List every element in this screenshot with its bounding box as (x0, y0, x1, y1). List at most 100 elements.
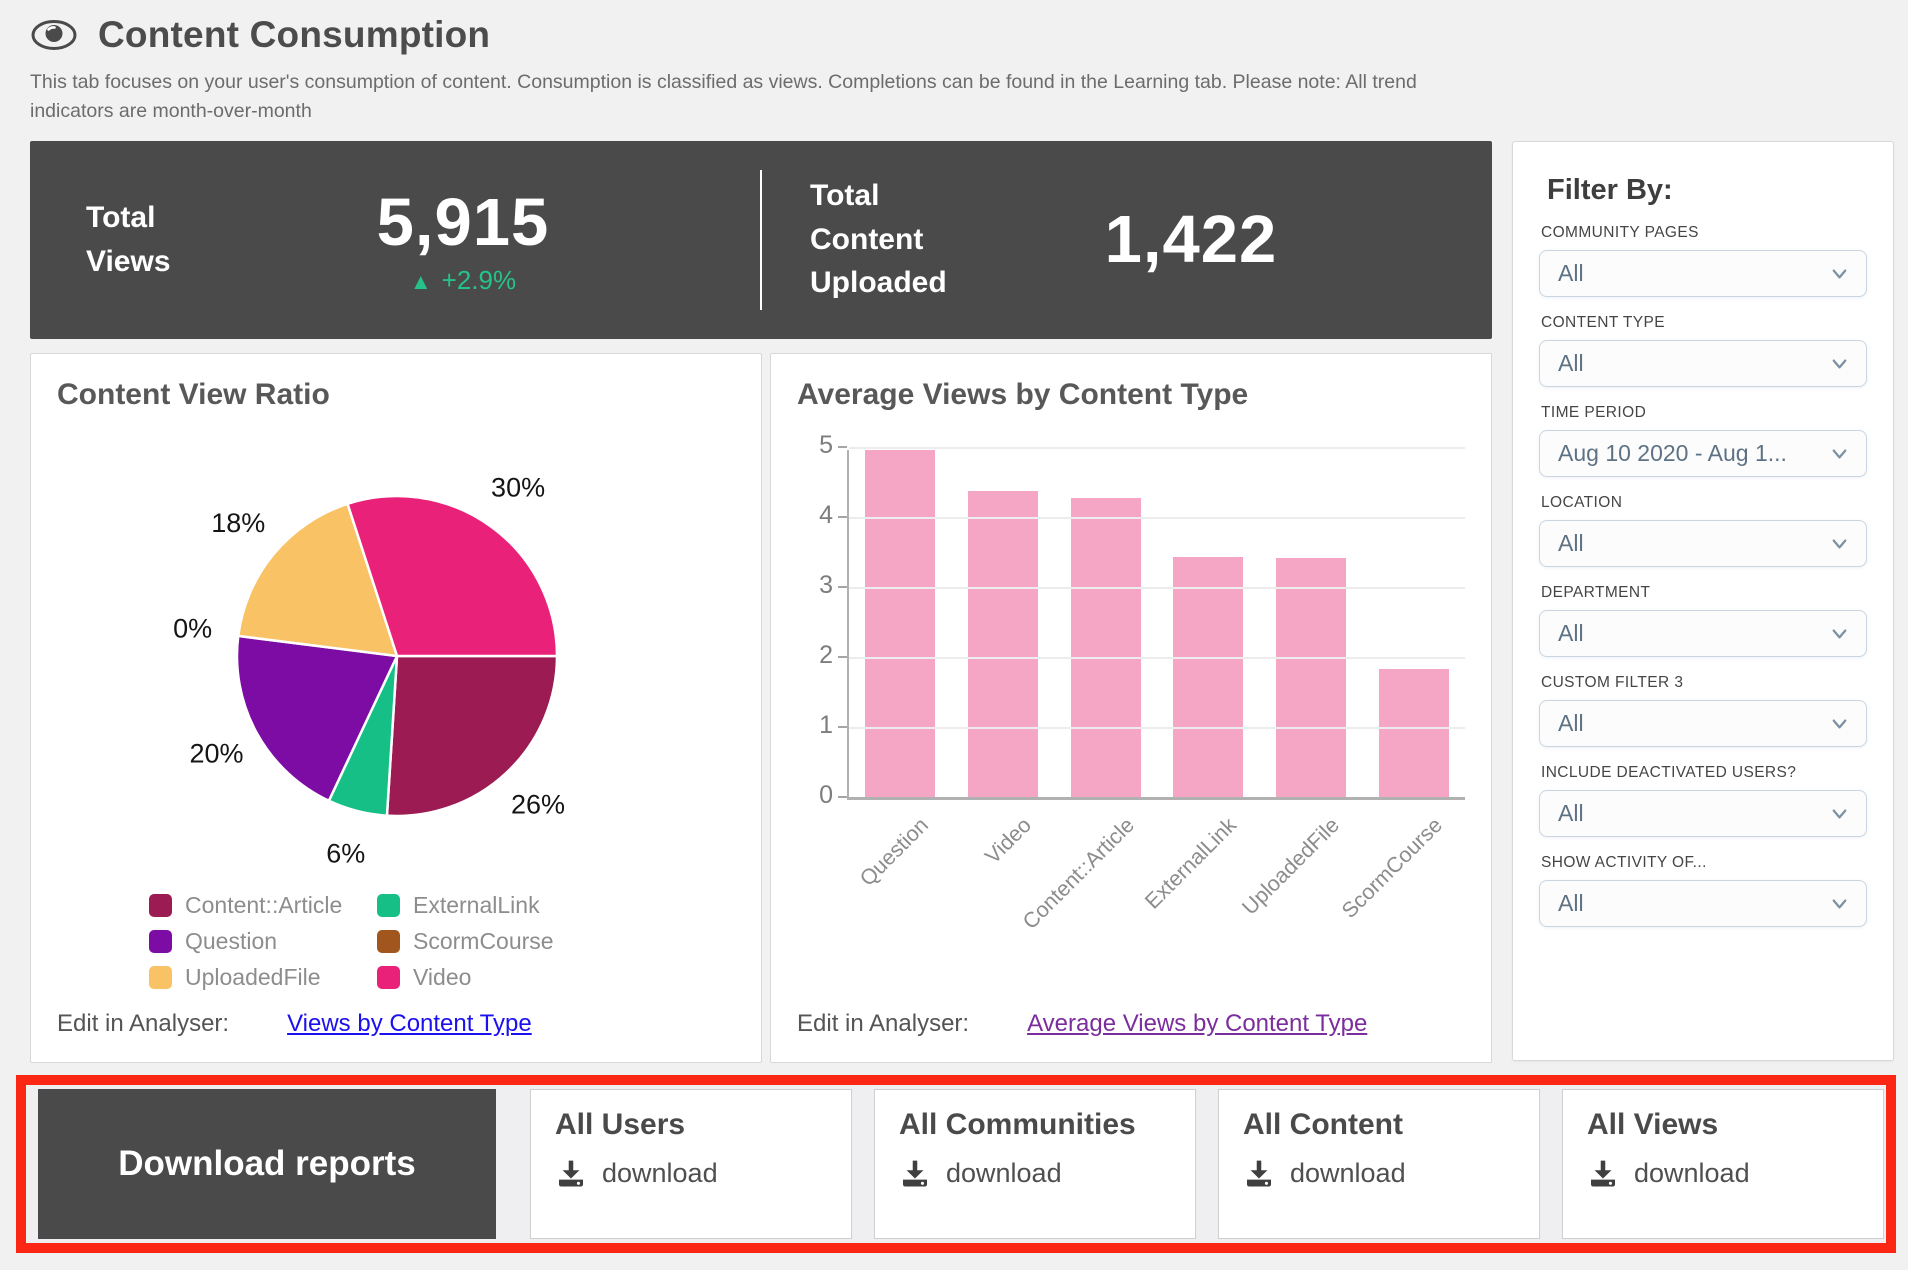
legend-swatch (149, 894, 172, 917)
gridline-y4 (849, 517, 1465, 519)
views-by-content-type-link[interactable]: Views by Content Type (287, 1010, 532, 1038)
legend-swatch (377, 966, 400, 989)
download-card-title: All Content (1243, 1108, 1515, 1142)
chevron-down-icon (1828, 532, 1851, 555)
bar-column-uploadedfile: UploadedFile (1260, 450, 1363, 797)
total-views-trend: ▲+2.9% (236, 265, 690, 296)
page-description: This tab focuses on your user's consumpt… (30, 68, 1470, 127)
filter-label-include-deactivated-users: INCLUDE DEACTIVATED USERS? (1541, 764, 1867, 782)
pie-percent-label-scormcourse: 0% (173, 613, 212, 643)
ytick-mark (838, 586, 847, 588)
pie-percent-label-question: 20% (189, 738, 243, 768)
download-label: download (602, 1158, 718, 1189)
ytick-label-1: 1 (799, 711, 833, 740)
selected-value: All (1558, 800, 1584, 827)
total-content-stat: Total Content Uploaded 1,422 (762, 141, 1492, 339)
filter-select-location[interactable]: All (1539, 520, 1867, 567)
filter-label-custom-filter-3: CUSTOM FILTER 3 (1541, 674, 1867, 692)
ytick-label-5: 5 (799, 431, 833, 460)
bar-column-scormcourse: ScormCourse (1362, 450, 1465, 797)
filter-select-show-activity-of[interactable]: All (1539, 880, 1867, 927)
download-button-all-content[interactable]: download (1243, 1158, 1515, 1190)
gridline-y1 (849, 727, 1465, 729)
bar-edit-row: Edit in Analyser: Average Views by Conte… (797, 1010, 1465, 1038)
legend-label: UploadedFile (185, 964, 321, 991)
bar-scormcourse (1379, 669, 1449, 797)
filter-select-custom-filter-3[interactable]: All (1539, 700, 1867, 747)
content-view-ratio-panel: Content View Ratio 26%6%20%0%18%30% Cont… (30, 353, 762, 1063)
triangle-up-icon: ▲ (410, 269, 432, 294)
ytick-mark (838, 516, 847, 518)
download-card-all-views: All Viewsdownload (1562, 1089, 1884, 1239)
chevron-down-icon (1828, 622, 1851, 645)
pie-edit-row: Edit in Analyser: Views by Content Type (57, 1010, 735, 1038)
pie-percent-label-video: 30% (491, 472, 545, 502)
legend-label: Content::Article (185, 892, 342, 919)
total-content-value: 1,422 (990, 201, 1392, 278)
download-reports-heading: Download reports (38, 1089, 496, 1239)
selected-value: All (1558, 710, 1584, 737)
legend-item-uploadedfile: UploadedFile (149, 964, 377, 991)
legend-swatch (149, 930, 172, 953)
chevron-down-icon (1828, 442, 1851, 465)
pie-legend: Content::Article ExternalLinkQuestionScor… (149, 892, 735, 991)
selected-value: All (1558, 890, 1584, 917)
bar-externallink (1173, 557, 1243, 796)
eye-icon (30, 18, 78, 52)
pie-chart: 26%6%20%0%18%30% (57, 412, 737, 890)
total-content-label: Total Content Uploaded (810, 174, 990, 305)
edit-in-analyser-label: Edit in Analyser: (797, 1010, 969, 1038)
download-button-all-views[interactable]: download (1587, 1158, 1859, 1190)
ytick-mark (838, 796, 847, 798)
selected-value: All (1558, 530, 1584, 557)
filter-label-content-type: CONTENT TYPE (1541, 314, 1867, 332)
legend-swatch (377, 930, 400, 953)
download-card-title: All Users (555, 1108, 827, 1142)
filter-select-include-deactivated-users[interactable]: All (1539, 790, 1867, 837)
filter-select-content-type[interactable]: All (1539, 340, 1867, 387)
ytick-mark (838, 726, 847, 728)
ytick-label-3: 3 (799, 571, 833, 600)
filter-panel-title: Filter By: (1547, 174, 1867, 207)
gridline-y5 (849, 447, 1465, 449)
bar-video (968, 491, 1038, 796)
filter-select-time-period[interactable]: Aug 10 2020 - Aug 1... (1539, 430, 1867, 477)
ytick-label-0: 0 (799, 781, 833, 810)
ytick-label-4: 4 (799, 501, 833, 530)
total-views-label: Total Views (86, 196, 236, 283)
bar-chart: QuestionVideoContent::ArticleExternalLin… (847, 450, 1465, 800)
legend-item-question: Question (149, 928, 377, 955)
bar-column-externallink: ExternalLink (1157, 450, 1260, 797)
download-label: download (946, 1158, 1062, 1189)
legend-swatch (377, 894, 400, 917)
filter-select-department[interactable]: All (1539, 610, 1867, 657)
total-views-stat: Total Views 5,915 ▲+2.9% (30, 141, 760, 339)
legend-item-externallink: ExternalLink (377, 892, 589, 919)
bar-question (865, 450, 935, 797)
legend-item-scormcourse: ScormCourse (377, 928, 589, 955)
download-card-all-users: All Users download (530, 1089, 852, 1239)
page-header: Content Consumption This tab focuses on … (0, 0, 1908, 127)
filter-label-community-pages: COMMUNITY PAGES (1541, 224, 1867, 242)
chevron-down-icon (1828, 712, 1851, 735)
download-button-all-communities[interactable]: download (899, 1158, 1171, 1190)
download-cards: All UsersdownloadAll Communitiesdownload… (530, 1089, 1884, 1239)
chevron-down-icon (1828, 802, 1851, 825)
average-views-panel: Average Views by Content Type QuestionVi… (770, 353, 1492, 1063)
download-reports-section: Download reports All UsersdownloadAll Co… (16, 1075, 1896, 1253)
download-button-all-users[interactable]: download (555, 1158, 827, 1190)
bar-column-content-article: Content::Article (1054, 450, 1157, 797)
filter-label-show-activity-of: SHOW ACTIVITY OF... (1541, 854, 1867, 872)
average-views-link[interactable]: Average Views by Content Type (1027, 1010, 1367, 1038)
selected-value: All (1558, 260, 1584, 287)
bar-column-question: Question (849, 450, 952, 797)
download-card-all-content: All Content download (1218, 1089, 1540, 1239)
download-icon (1587, 1158, 1619, 1190)
selected-value: Aug 10 2020 - Aug 1... (1558, 440, 1787, 467)
filter-select-community-pages[interactable]: All (1539, 250, 1867, 297)
legend-item-content-article: Content::Article (149, 892, 377, 919)
ytick-mark (838, 446, 847, 448)
download-label: download (1290, 1158, 1406, 1189)
page-title: Content Consumption (98, 14, 490, 56)
download-icon (555, 1158, 587, 1190)
